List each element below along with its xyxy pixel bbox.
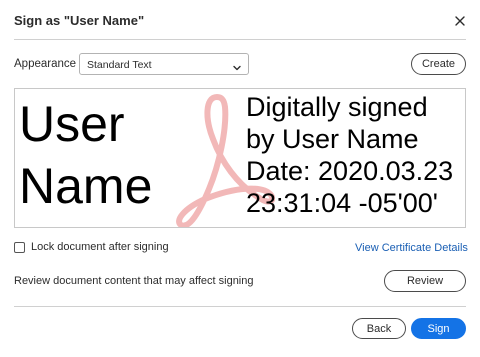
close-button[interactable] — [452, 13, 468, 29]
close-icon — [452, 13, 468, 29]
signature-detail-line: by User Name — [246, 124, 419, 154]
sign-dialog: Sign as "User Name" Appearance Standard … — [0, 0, 480, 357]
sign-button[interactable]: Sign — [411, 318, 466, 339]
signature-name: User Name — [19, 93, 152, 217]
chevron-down-icon — [232, 60, 242, 78]
appearance-select-value: Standard Text — [87, 59, 152, 71]
signature-details: Digitally signed by User Name Date: 2020… — [246, 91, 453, 219]
lock-document-checkbox[interactable] — [14, 241, 25, 253]
header-divider — [14, 39, 466, 40]
signature-preview: User Name Digitally signed by User Name … — [14, 88, 466, 228]
lock-document-label: Lock document after signing — [31, 241, 169, 253]
lock-document-option[interactable]: Lock document after signing — [14, 241, 169, 253]
signature-name-line: Name — [19, 158, 153, 214]
create-button[interactable]: Create — [411, 53, 466, 75]
back-button[interactable]: Back — [352, 318, 406, 339]
dialog-title: Sign as "User Name" — [14, 13, 145, 28]
appearance-select[interactable]: Standard Text — [79, 53, 249, 75]
signature-detail-line: Digitally signed — [246, 92, 428, 122]
view-certificate-link[interactable]: View Certificate Details — [355, 242, 468, 254]
signature-name-line: User — [19, 96, 125, 152]
signature-detail-line: 23:31:04 -05'00' — [246, 188, 438, 218]
review-button[interactable]: Review — [384, 270, 466, 292]
signature-detail-line: Date: 2020.03.23 — [246, 156, 454, 186]
review-description: Review document content that may affect … — [14, 275, 254, 287]
footer-divider — [14, 306, 466, 307]
appearance-label: Appearance — [14, 58, 77, 70]
